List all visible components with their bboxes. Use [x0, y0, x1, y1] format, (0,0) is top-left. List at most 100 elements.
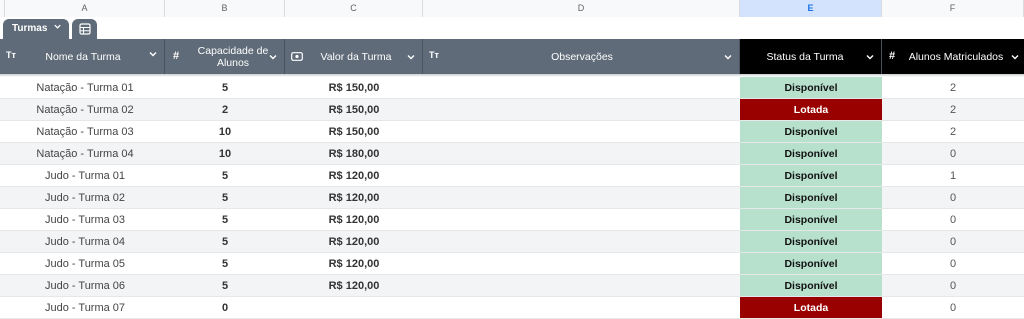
cell-capacidade[interactable]: 5 [165, 187, 285, 209]
table-row[interactable]: Judo - Turma 01 5 R$ 120,00 Disponível 1 [0, 165, 1024, 187]
header-valor[interactable]: Valor da Turma [285, 39, 423, 74]
cell-observacoes[interactable] [423, 209, 740, 231]
cell-capacidade[interactable]: 2 [165, 99, 285, 121]
cell-valor[interactable]: R$ 120,00 [285, 165, 423, 187]
table-row[interactable]: Judo - Turma 07 0 Lotada 0 [0, 297, 1024, 319]
cell-observacoes[interactable] [423, 253, 740, 275]
column-letter-a[interactable]: A [5, 0, 165, 17]
table-row[interactable]: Judo - Turma 05 5 R$ 120,00 Disponível 0 [0, 253, 1024, 275]
cell-status[interactable]: Disponível [740, 253, 882, 275]
table-row[interactable]: Judo - Turma 02 5 R$ 120,00 Disponível 0 [0, 187, 1024, 209]
cell-capacidade[interactable]: 10 [165, 143, 285, 165]
header-capacidade[interactable]: # Capacidade de Alunos [165, 39, 285, 74]
cell-observacoes[interactable] [423, 143, 740, 165]
table-row[interactable]: Natação - Turma 03 10 R$ 150,00 Disponível 2 [0, 121, 1024, 143]
cell-valor[interactable]: R$ 180,00 [285, 143, 423, 165]
table-row[interactable]: Natação - Turma 01 5 R$ 150,00 Disponível 2 [0, 77, 1024, 99]
cell-capacidade[interactable]: 5 [165, 77, 285, 99]
cell-valor[interactable]: R$ 120,00 [285, 209, 423, 231]
cell-status[interactable]: Lotada [740, 99, 882, 121]
cell-alunos-matriculados[interactable]: 0 [882, 187, 1024, 209]
cell-observacoes[interactable] [423, 275, 740, 297]
cell-valor[interactable]: R$ 150,00 [285, 121, 423, 143]
cell-alunos-matriculados[interactable]: 0 [882, 143, 1024, 165]
cell-observacoes[interactable] [423, 121, 740, 143]
cell-capacidade[interactable]: 5 [165, 209, 285, 231]
cell-status[interactable]: Disponível [740, 209, 882, 231]
cell-status[interactable]: Lotada [740, 297, 882, 319]
cell-nome-da-turma[interactable]: Judo - Turma 01 [5, 165, 165, 187]
cell-valor[interactable]: R$ 150,00 [285, 77, 423, 99]
cell-nome-da-turma[interactable]: Natação - Turma 03 [5, 121, 165, 143]
cell-alunos-matriculados[interactable]: 2 [882, 99, 1024, 121]
column-letter-c[interactable]: C [285, 0, 423, 17]
cell-valor[interactable]: R$ 120,00 [285, 253, 423, 275]
header-nome-da-turma[interactable]: Tт Nome da Turma [0, 39, 165, 74]
cell-status[interactable]: Disponível [740, 231, 882, 253]
table-row[interactable]: Natação - Turma 02 2 R$ 150,00 Lotada 2 [0, 99, 1024, 121]
column-letter-f[interactable]: F [882, 0, 1024, 17]
cell-alunos-matriculados[interactable]: 1 [882, 165, 1024, 187]
table-row[interactable]: Judo - Turma 04 5 R$ 120,00 Disponível 0 [0, 231, 1024, 253]
cell-valor[interactable]: R$ 120,00 [285, 231, 423, 253]
cell-nome-da-turma[interactable]: Judo - Turma 06 [5, 275, 165, 297]
text-type-icon: Tт [6, 50, 16, 60]
cell-status[interactable]: Disponível [740, 165, 882, 187]
cell-observacoes[interactable] [423, 231, 740, 253]
cell-alunos-matriculados[interactable]: 0 [882, 253, 1024, 275]
cell-capacidade[interactable]: 5 [165, 165, 285, 187]
cell-status[interactable]: Disponível [740, 275, 882, 297]
cell-observacoes[interactable] [423, 99, 740, 121]
column-letter-d[interactable]: D [423, 0, 740, 17]
cell-alunos-matriculados[interactable]: 2 [882, 121, 1024, 143]
currency-type-icon [291, 52, 303, 61]
chevron-down-icon[interactable] [268, 52, 278, 62]
chevron-down-icon[interactable] [1010, 52, 1020, 62]
column-letter-e[interactable]: E [740, 0, 882, 17]
cell-nome-da-turma[interactable]: Natação - Turma 01 [5, 77, 165, 99]
cell-status[interactable]: Disponível [740, 121, 882, 143]
cell-alunos-matriculados[interactable]: 0 [882, 231, 1024, 253]
cell-nome-da-turma[interactable]: Judo - Turma 02 [5, 187, 165, 209]
table-row[interactable]: Natação - Turma 04 10 R$ 180,00 Disponível 0 [0, 143, 1024, 165]
cell-capacidade[interactable]: 0 [165, 297, 285, 319]
cell-capacidade[interactable]: 5 [165, 231, 285, 253]
cell-nome-da-turma[interactable]: Natação - Turma 02 [5, 99, 165, 121]
table-row[interactable]: Judo - Turma 03 5 R$ 120,00 Disponível 0 [0, 209, 1024, 231]
cell-status[interactable]: Disponível [740, 77, 882, 99]
cell-observacoes[interactable] [423, 77, 740, 99]
chevron-down-icon[interactable] [53, 19, 62, 39]
table-name-tab[interactable]: Turmas [3, 19, 69, 39]
cell-alunos-matriculados[interactable]: 2 [882, 77, 1024, 99]
header-status[interactable]: Status da Turma [740, 39, 882, 74]
header-observacoes[interactable]: Tт Observações [423, 39, 740, 74]
cell-alunos-matriculados[interactable]: 0 [882, 275, 1024, 297]
chevron-down-icon[interactable] [865, 52, 875, 62]
cell-status[interactable]: Disponível [740, 143, 882, 165]
cell-nome-da-turma[interactable]: Natação - Turma 04 [5, 143, 165, 165]
cell-nome-da-turma[interactable]: Judo - Turma 07 [5, 297, 165, 319]
chevron-down-icon[interactable] [406, 52, 416, 62]
column-letter-b[interactable]: B [165, 0, 285, 17]
cell-valor[interactable] [285, 297, 423, 319]
cell-capacidade[interactable]: 5 [165, 275, 285, 297]
chevron-down-icon[interactable] [148, 49, 158, 59]
cell-capacidade[interactable]: 10 [165, 121, 285, 143]
cell-status[interactable]: Disponível [740, 187, 882, 209]
cell-nome-da-turma[interactable]: Judo - Turma 04 [5, 231, 165, 253]
cell-capacidade[interactable]: 5 [165, 253, 285, 275]
cell-observacoes[interactable] [423, 297, 740, 319]
cell-observacoes[interactable] [423, 187, 740, 209]
cell-alunos-matriculados[interactable]: 0 [882, 209, 1024, 231]
cell-alunos-matriculados[interactable]: 0 [882, 297, 1024, 319]
cell-valor[interactable]: R$ 120,00 [285, 275, 423, 297]
chevron-down-icon[interactable] [723, 52, 733, 62]
cell-nome-da-turma[interactable]: Judo - Turma 03 [5, 209, 165, 231]
cell-nome-da-turma[interactable]: Judo - Turma 05 [5, 253, 165, 275]
header-alunos-matriculados[interactable]: # Alunos Matriculados [882, 39, 1024, 74]
table-view-icon[interactable] [72, 19, 97, 39]
cell-valor[interactable]: R$ 150,00 [285, 99, 423, 121]
cell-observacoes[interactable] [423, 165, 740, 187]
cell-valor[interactable]: R$ 120,00 [285, 187, 423, 209]
table-row[interactable]: Judo - Turma 06 5 R$ 120,00 Disponível 0 [0, 275, 1024, 297]
